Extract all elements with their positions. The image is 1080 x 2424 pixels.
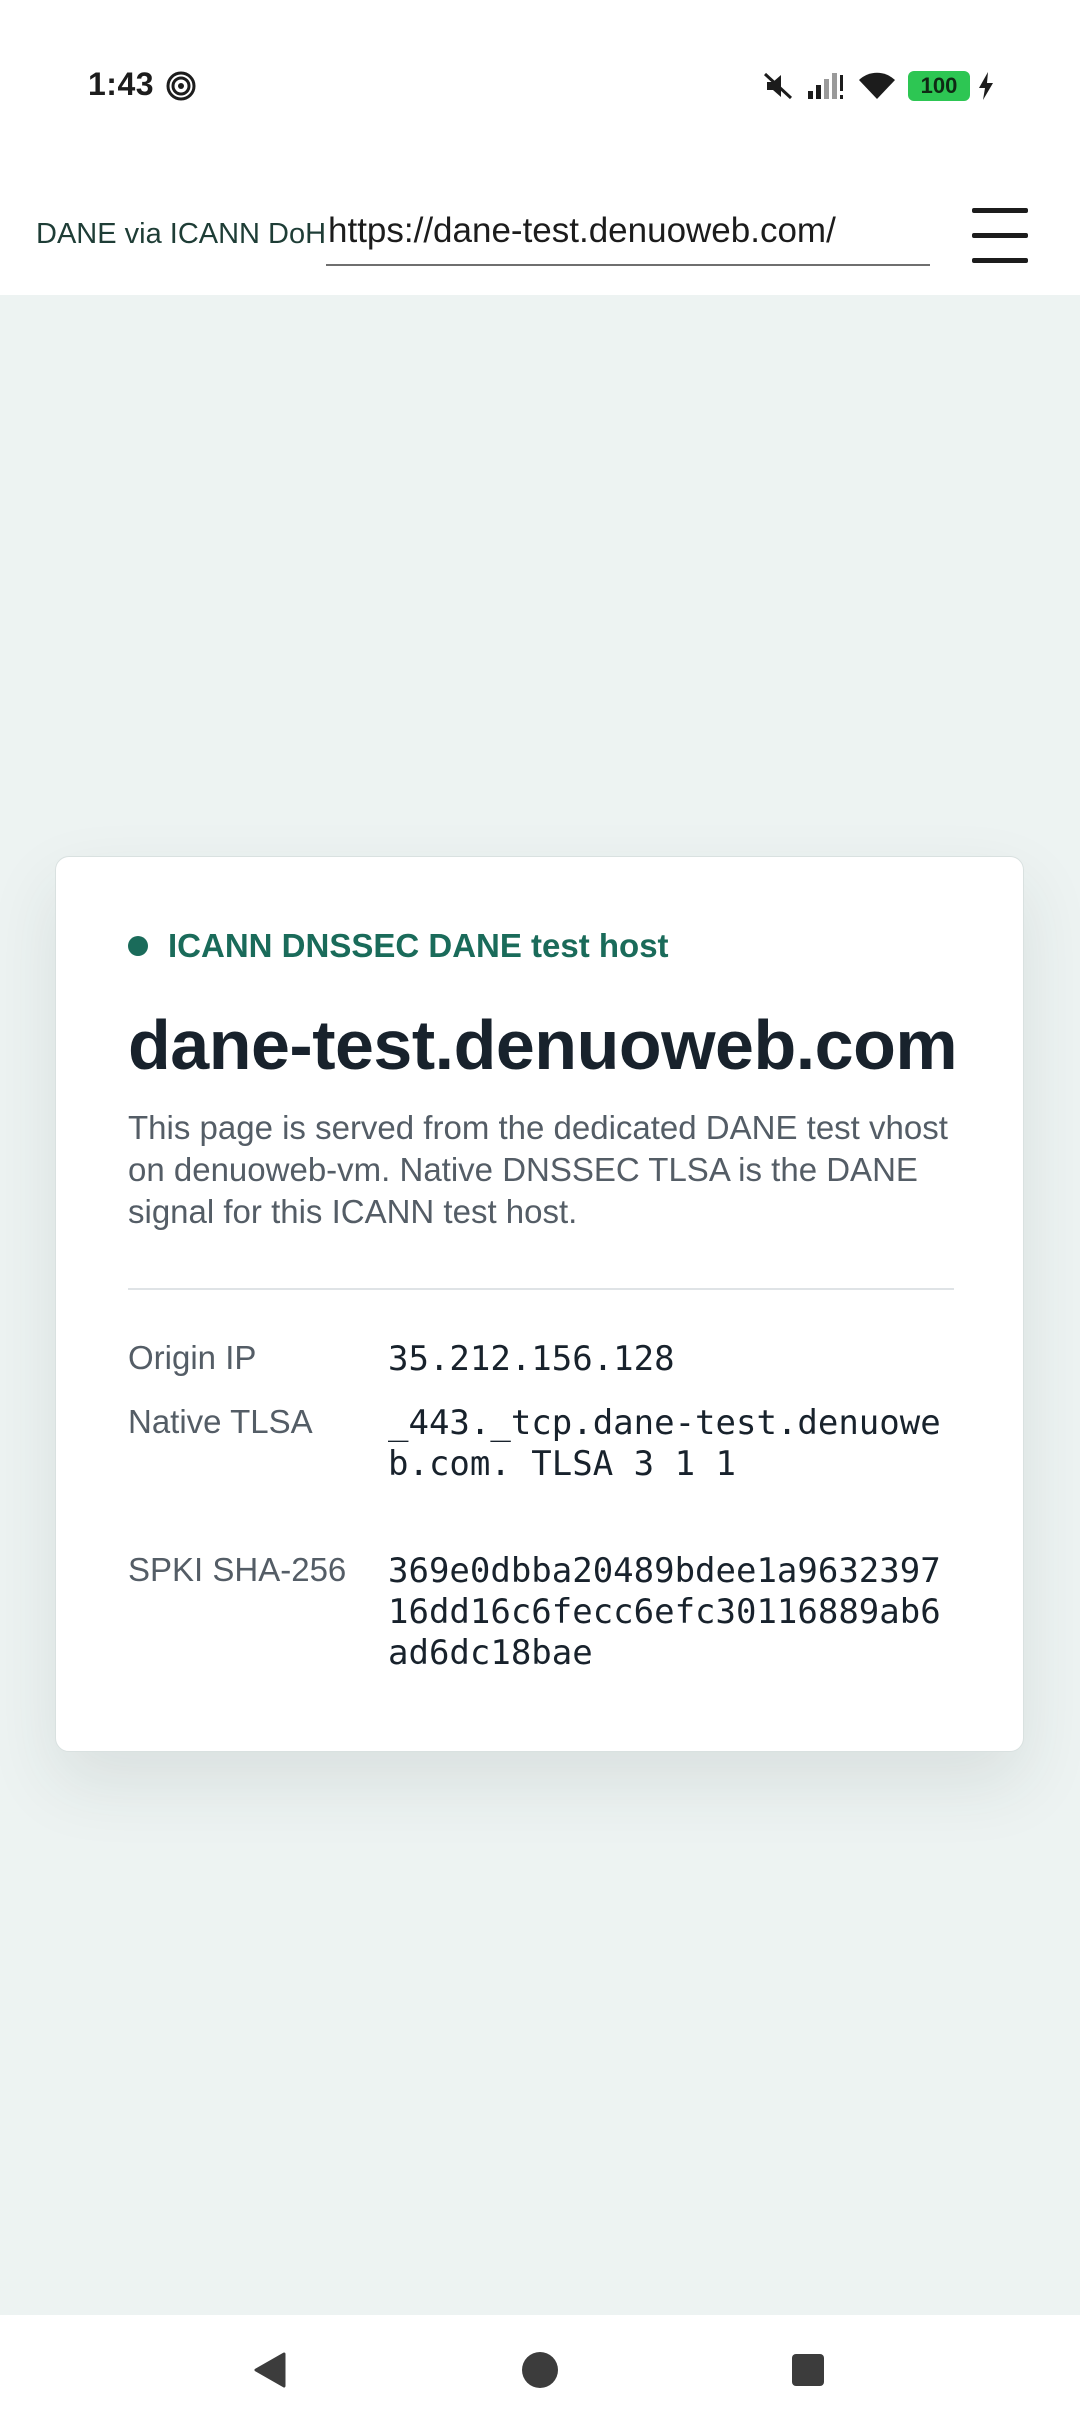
status-dot-icon xyxy=(128,936,148,956)
detail-value: 35.212.156.128 xyxy=(388,1339,675,1379)
charging-icon xyxy=(978,72,994,100)
recents-icon[interactable] xyxy=(748,2315,868,2424)
status-time: 1:43 xyxy=(88,66,155,102)
divider xyxy=(128,1288,954,1290)
browser-toolbar: DANE via ICANN DoH xyxy=(0,170,1080,295)
wifi-icon xyxy=(858,71,896,101)
battery-level: 100 xyxy=(920,73,958,98)
signal-icon xyxy=(806,71,846,101)
status-icons: 100 xyxy=(762,66,994,106)
web-content[interactable]: ICANN DNSSEC DANE test host dane-test.de… xyxy=(0,295,1080,2315)
battery-icon: 100 xyxy=(908,71,970,101)
url-input[interactable] xyxy=(326,198,930,266)
detail-value: 369e0dbba20489bdee1a963239716dd16c6fecc6… xyxy=(388,1551,941,1673)
detail-value: _443._tcp.dane-test.denuoweb.com. TLSA 3… xyxy=(388,1403,941,1484)
hamburger-menu-icon[interactable] xyxy=(968,206,1032,264)
muted-icon xyxy=(762,70,794,102)
host-info-card: ICANN DNSSEC DANE test host dane-test.de… xyxy=(55,856,1024,1752)
detail-label: Native TLSA xyxy=(128,1403,313,1440)
detail-label: SPKI SHA-256 xyxy=(128,1551,347,1588)
toolbar-label: DANE via ICANN DoH xyxy=(36,218,327,250)
navigation-bar xyxy=(0,2315,1080,2424)
spiral-icon xyxy=(166,71,196,101)
eyebrow-text: ICANN DNSSEC DANE test host xyxy=(168,927,669,964)
home-icon[interactable] xyxy=(480,2315,600,2424)
detail-label: Origin IP xyxy=(128,1339,257,1376)
page-description: This page is served from the dedicated D… xyxy=(128,1109,948,1230)
page-title: dane-test.denuoweb.com xyxy=(128,1006,958,1084)
back-icon[interactable] xyxy=(210,2315,330,2424)
status-bar: 1:43 100 xyxy=(0,0,1080,170)
card-eyebrow: ICANN DNSSEC DANE test host xyxy=(128,927,669,965)
